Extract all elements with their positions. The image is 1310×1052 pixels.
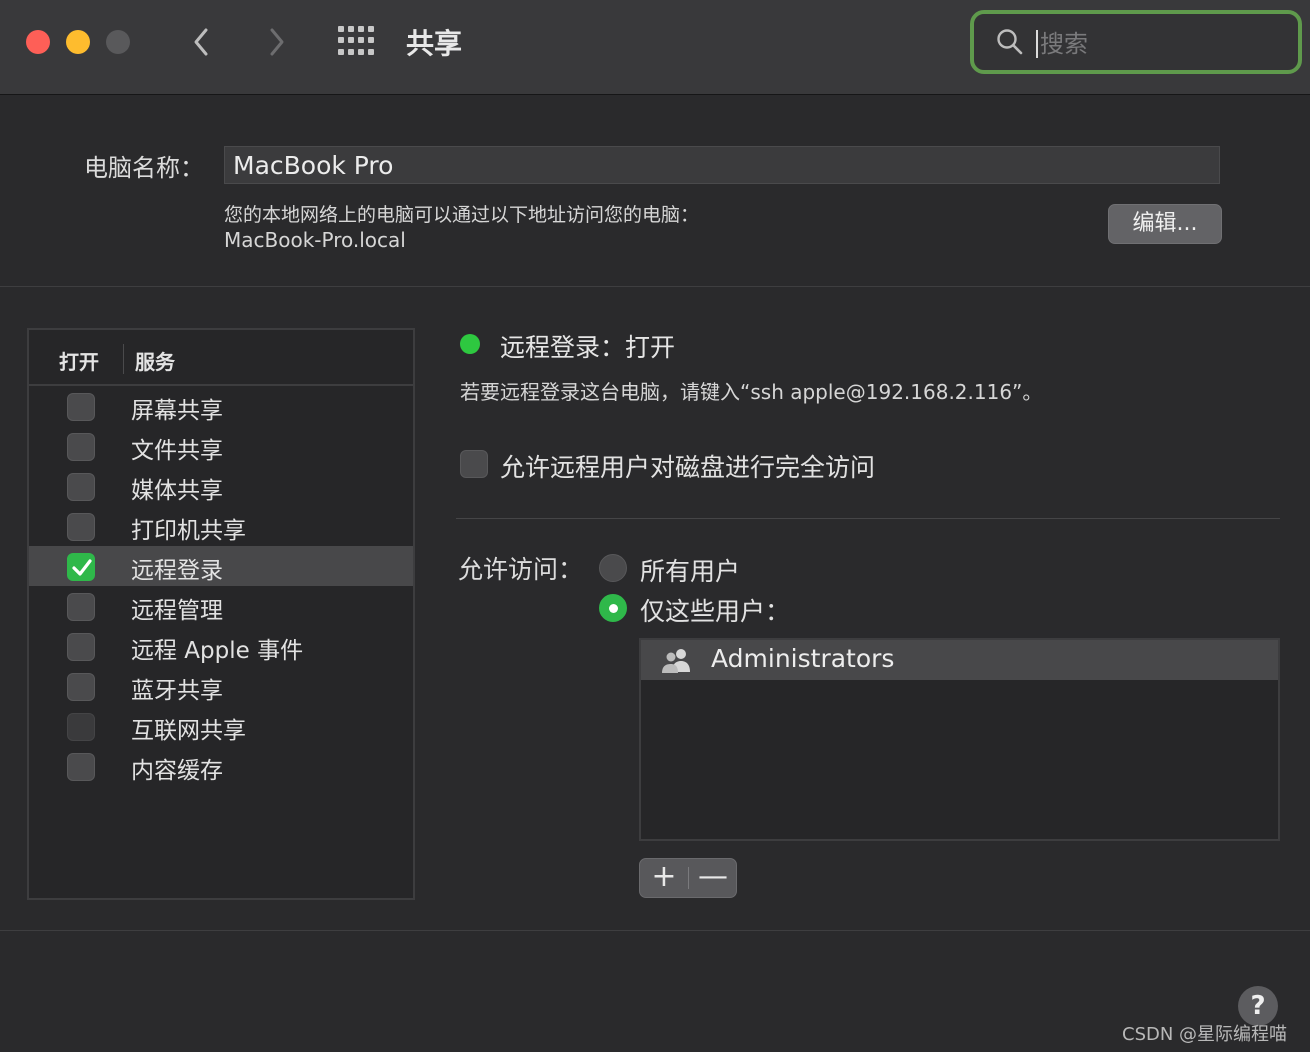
- service-label: 蓝牙共享: [131, 678, 223, 704]
- column-header-open[interactable]: 打开: [59, 346, 99, 375]
- service-row[interactable]: 打印机共享: [29, 506, 413, 546]
- service-label: 屏幕共享: [131, 398, 223, 424]
- zoom-window-button[interactable]: [106, 30, 130, 54]
- close-window-button[interactable]: [26, 30, 50, 54]
- divider: [0, 930, 1310, 931]
- checkmark-icon: [72, 559, 92, 576]
- allowed-users-list: Administrators: [639, 638, 1280, 841]
- service-checkbox[interactable]: [67, 513, 95, 541]
- radio-only-these-users[interactable]: [599, 594, 627, 622]
- minimize-window-button[interactable]: [66, 30, 90, 54]
- service-status: 远程登录：打开: [500, 333, 676, 362]
- remove-user-button[interactable]: —: [689, 859, 737, 897]
- service-row[interactable]: 屏幕共享: [29, 386, 413, 426]
- service-label: 远程登录: [131, 558, 223, 584]
- service-row[interactable]: 内容缓存: [29, 746, 413, 786]
- service-row[interactable]: 远程 Apple 事件: [29, 626, 413, 666]
- local-address: MacBook-Pro.local: [224, 228, 406, 252]
- full-disk-access-checkbox[interactable]: [460, 450, 488, 478]
- window-title: 共享: [406, 27, 463, 60]
- service-checkbox[interactable]: [67, 553, 95, 581]
- service-label: 远程 Apple 事件: [131, 638, 304, 664]
- divider: [0, 286, 1310, 287]
- add-user-button[interactable]: +: [640, 859, 688, 897]
- service-row[interactable]: 媒体共享: [29, 466, 413, 506]
- service-label: 互联网共享: [131, 718, 246, 744]
- user-group-icon: [662, 649, 690, 673]
- titlebar: 共享: [0, 0, 1310, 95]
- list-item[interactable]: Administrators: [641, 640, 1278, 680]
- computer-name-field[interactable]: [224, 146, 1220, 184]
- service-checkbox[interactable]: [67, 633, 95, 661]
- service-checkbox: [67, 713, 95, 741]
- radio-all-users[interactable]: [599, 554, 627, 582]
- column-header-service[interactable]: 服务: [135, 346, 175, 375]
- service-checkbox[interactable]: [67, 393, 95, 421]
- service-checkbox[interactable]: [67, 753, 95, 781]
- service-row[interactable]: 远程管理: [29, 586, 413, 626]
- edit-button[interactable]: 编辑...: [1108, 204, 1222, 244]
- radio-only-these-users-label[interactable]: 仅这些用户：: [640, 592, 790, 628]
- service-label: 打印机共享: [131, 518, 246, 544]
- add-remove-buttons: + —: [639, 858, 737, 898]
- column-separator: [123, 344, 124, 374]
- status-indicator-icon: [460, 334, 480, 354]
- computer-name-label: 电脑名称：: [84, 154, 204, 182]
- allow-access-label: 允许访问：: [458, 555, 584, 584]
- service-checkbox[interactable]: [67, 433, 95, 461]
- text-cursor: [1036, 30, 1038, 58]
- service-row[interactable]: 蓝牙共享: [29, 666, 413, 706]
- service-checkbox[interactable]: [67, 593, 95, 621]
- address-note: 您的本地网络上的电脑可以通过以下地址访问您的电脑：: [224, 204, 700, 226]
- service-row[interactable]: 文件共享: [29, 426, 413, 466]
- ssh-hint: 若要远程登录这台电脑，请键入“ssh apple@192.168.2.116”。: [460, 380, 1043, 404]
- user-label: Administrators: [711, 644, 895, 673]
- service-label: 远程管理: [131, 598, 223, 624]
- services-table-header: 打开 服务: [29, 330, 413, 386]
- service-row[interactable]: 互联网共享: [29, 706, 413, 746]
- service-checkbox[interactable]: [67, 673, 95, 701]
- search-field[interactable]: [970, 10, 1302, 74]
- service-label: 内容缓存: [131, 758, 223, 784]
- back-chevron-icon[interactable]: [184, 22, 220, 62]
- search-icon: [997, 29, 1023, 55]
- watermark: CSDN @星际编程喵: [1122, 1024, 1288, 1045]
- show-all-grid-icon[interactable]: [338, 26, 378, 56]
- service-label: 文件共享: [131, 438, 223, 464]
- full-disk-access-label[interactable]: 允许远程用户对磁盘进行完全访问: [500, 448, 875, 484]
- divider: [456, 518, 1280, 519]
- search-input[interactable]: [1040, 26, 1280, 62]
- service-checkbox[interactable]: [67, 473, 95, 501]
- services-table: 打开 服务 屏幕共享文件共享媒体共享打印机共享远程登录远程管理远程 Apple …: [27, 328, 415, 900]
- service-label: 媒体共享: [131, 478, 223, 504]
- service-row[interactable]: 远程登录: [29, 546, 413, 586]
- forward-chevron-icon[interactable]: [260, 22, 296, 62]
- radio-all-users-label[interactable]: 所有用户: [640, 552, 740, 588]
